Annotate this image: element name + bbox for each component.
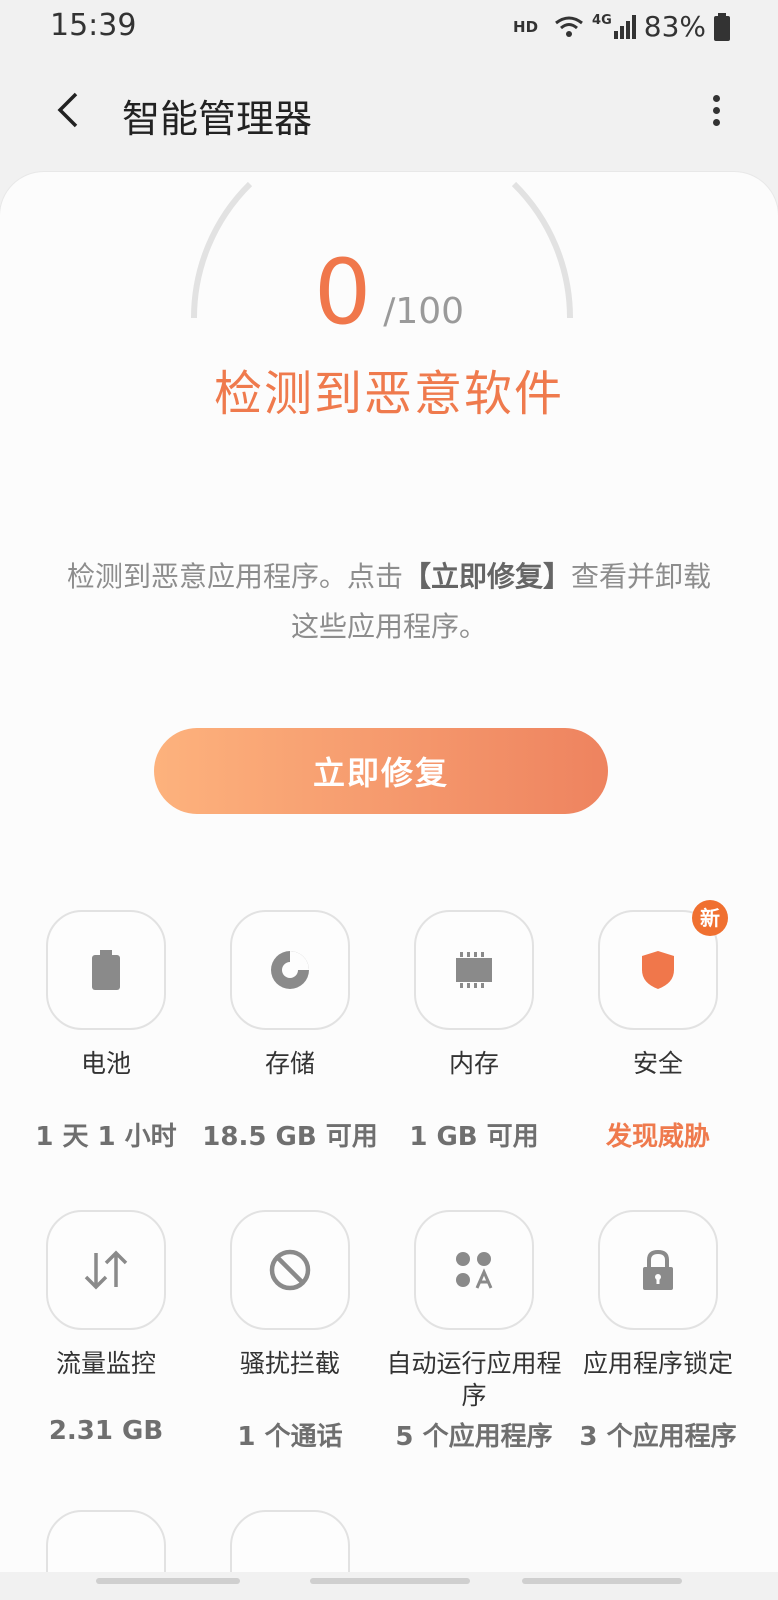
memory-chip-icon	[456, 952, 492, 988]
tile-battery[interactable]: 电池 1 天 1 小时	[14, 910, 198, 1152]
data-usage-tile-box[interactable]	[46, 1210, 166, 1330]
description-prefix: 检测到恶意应用程序。点击	[66, 560, 403, 593]
score-display: 0/100	[0, 240, 778, 345]
security-tile-box[interactable]: 新	[598, 900, 728, 1030]
tile-auto-run[interactable]: 自动运行应用程序 5 个应用程序	[382, 1210, 566, 1452]
battery-tile-box[interactable]	[46, 910, 166, 1030]
status-time: 15:39	[50, 8, 137, 43]
tile-memory[interactable]: 内存 1 GB 可用	[382, 910, 566, 1152]
scan-description: 检测到恶意应用程序。点击【立即修复】查看并卸载这些应用程序。	[60, 552, 718, 652]
auto-run-tile-box[interactable]	[414, 1210, 534, 1330]
tile-label: 自动运行应用程序	[386, 1349, 562, 1410]
tile-label: 电池	[80, 1049, 131, 1078]
tile-value: 发现威胁	[605, 1122, 710, 1152]
tile-security[interactable]: 新 安全 发现威胁	[566, 900, 750, 1152]
fix-now-button[interactable]: 立即修复	[154, 728, 608, 814]
tile-more-2[interactable]	[198, 1510, 382, 1572]
status-bar: 15:39 HD 4G 83%	[0, 0, 778, 52]
lock-icon	[643, 1249, 673, 1290]
tile-data-usage[interactable]: 流量监控 2.31 GB	[14, 1210, 198, 1446]
tile-box[interactable]	[230, 1510, 350, 1572]
transfer-arrows-icon	[84, 1250, 128, 1290]
storage-tile-box[interactable]	[230, 910, 350, 1030]
tile-label: 应用程序锁定	[582, 1349, 733, 1378]
app-lock-tile-box[interactable]	[598, 1210, 718, 1330]
back-arrow-icon[interactable]	[50, 88, 94, 132]
main-card: 0/100 检测到恶意软件 检测到恶意应用程序。点击【立即修复】查看并卸载这些应…	[0, 172, 778, 1572]
tile-app-lock[interactable]: 应用程序锁定 3 个应用程序	[566, 1210, 750, 1452]
tile-label: 流量监控	[55, 1349, 156, 1378]
storage-pie-icon	[271, 951, 309, 989]
auto-run-apps-icon	[456, 1252, 493, 1289]
tile-label: 骚扰拦截	[239, 1349, 340, 1378]
signal-icon	[613, 14, 636, 39]
battery-icon	[92, 950, 120, 990]
score-value: 0	[313, 240, 372, 345]
tile-label: 内存	[448, 1049, 499, 1078]
battery-icon	[714, 12, 730, 41]
wifi-icon	[555, 16, 583, 37]
tile-storage[interactable]: 存储 18.5 GB 可用	[198, 910, 382, 1152]
block-icon	[269, 1249, 311, 1291]
bottom-scroll-hint	[0, 1572, 778, 1600]
tile-box[interactable]	[46, 1510, 166, 1572]
tile-value: 3 个应用程序	[579, 1422, 737, 1452]
tile-call-block[interactable]: 骚扰拦截 1 个通话	[198, 1210, 382, 1452]
page-title: 智能管理器	[122, 97, 313, 141]
app-header: 智能管理器	[0, 70, 778, 154]
more-options-icon[interactable]	[706, 90, 726, 134]
new-badge: 新	[692, 900, 728, 936]
status-icons: HD 4G 83%	[513, 10, 730, 43]
hd-indicator: HD	[513, 17, 539, 36]
battery-percent: 83%	[643, 10, 706, 43]
network-type: 4G	[592, 13, 612, 28]
tile-label: 安全	[632, 1049, 683, 1078]
shield-icon	[642, 951, 674, 989]
score-max: /100	[383, 291, 465, 332]
tile-more-1[interactable]	[14, 1510, 198, 1572]
tile-label: 存储	[264, 1049, 315, 1078]
memory-tile-box[interactable]	[414, 910, 534, 1030]
scan-status-title: 检测到恶意软件	[213, 366, 564, 422]
description-highlight: 【立即修复】	[402, 560, 571, 593]
call-block-tile-box[interactable]	[230, 1210, 350, 1330]
